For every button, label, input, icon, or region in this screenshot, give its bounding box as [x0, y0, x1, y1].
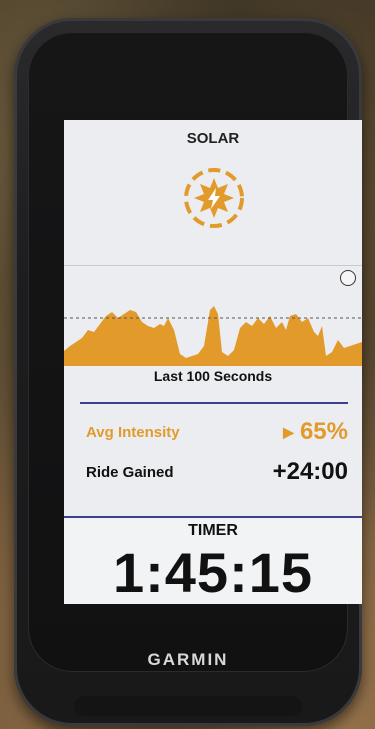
blue-divider — [80, 402, 348, 404]
chart-area — [64, 306, 362, 366]
avg-intensity-label: Avg Intensity — [86, 424, 180, 441]
ride-gained-label: Ride Gained — [86, 464, 174, 481]
solar-intensity-chart — [64, 306, 362, 366]
ride-gained-value: +24:00 — [272, 458, 348, 485]
ride-gained-row: Ride Gained +24:00 — [64, 458, 362, 486]
timer-value: 1:45:15 — [112, 541, 314, 604]
chart-label: Last 100 Seconds — [153, 368, 273, 384]
timer-label: TIMER — [188, 522, 238, 539]
solar-charging-icon — [184, 168, 244, 228]
garmin-device: SOLAR Last 100 Seconds Avg Intensity ▶ 6… — [14, 18, 362, 726]
solar-title: SOLAR — [186, 130, 240, 147]
timer-section: TIMER 1:45:15 — [64, 516, 362, 604]
avg-intensity-row: Avg Intensity ▶ 65% — [64, 418, 362, 446]
solar-chart — [64, 266, 362, 366]
play-triangle-icon: ▶ — [283, 424, 294, 441]
device-bottom-edge — [74, 696, 302, 716]
screen-bezel: SOLAR Last 100 Seconds Avg Intensity ▶ 6… — [28, 32, 362, 672]
fit-width-icon[interactable] — [340, 270, 356, 286]
solar-section: SOLAR — [64, 120, 362, 266]
avg-intensity-value: ▶ 65% — [283, 418, 348, 445]
device-screen: SOLAR Last 100 Seconds Avg Intensity ▶ 6… — [64, 120, 362, 604]
brand-logo: GARMIN — [147, 650, 229, 669]
